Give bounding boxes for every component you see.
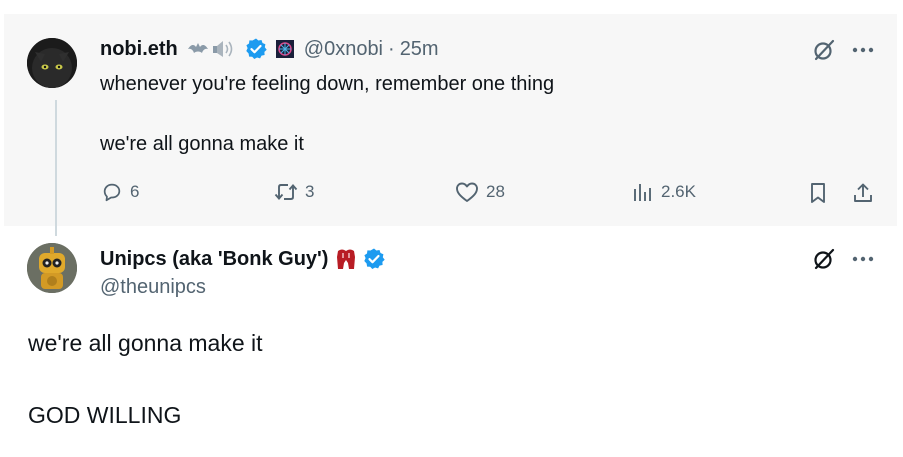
views-button[interactable]: 2.6K xyxy=(632,181,696,203)
repost-count: 3 xyxy=(305,182,315,201)
tweet-text-line: we're all gonna make it xyxy=(28,330,263,356)
repost-button[interactable]: 3 xyxy=(274,181,314,203)
like-button[interactable]: 28 xyxy=(455,181,505,203)
tweet-header: Unipcs (aka 'Bonk Guy') xyxy=(100,245,386,273)
robot-avatar-image xyxy=(27,243,77,293)
tweet-text-line: GOD WILLING xyxy=(28,402,182,428)
user-handle[interactable]: @theunipcs xyxy=(100,276,206,299)
black-cat-avatar-image xyxy=(27,38,77,88)
reply-icon xyxy=(103,183,121,202)
more-icon[interactable] xyxy=(849,37,877,63)
affiliate-badge-icon xyxy=(275,40,294,58)
bookmark-icon[interactable] xyxy=(806,180,830,206)
timestamp[interactable]: 25m xyxy=(400,38,439,61)
reply-button[interactable]: 6 xyxy=(101,181,139,203)
display-name[interactable]: nobi.eth xyxy=(100,38,178,61)
avatar[interactable] xyxy=(27,243,77,293)
like-icon xyxy=(456,182,478,202)
bat-emoji-icon xyxy=(186,38,240,60)
user-handle[interactable]: @0xnobi xyxy=(304,38,383,61)
grok-icon[interactable] xyxy=(811,246,837,272)
repost-icon xyxy=(274,184,298,200)
grok-icon[interactable] xyxy=(811,37,837,63)
verified-badge-icon xyxy=(362,247,386,271)
tweet-text-line: we're all gonna make it xyxy=(100,133,304,155)
red-gift-emoji-icon xyxy=(334,247,358,271)
share-icon[interactable] xyxy=(850,180,876,206)
avatar[interactable] xyxy=(27,38,77,88)
view-count: 2.6K xyxy=(661,182,696,201)
like-count: 28 xyxy=(486,182,505,201)
display-name[interactable]: Unipcs (aka 'Bonk Guy') xyxy=(100,248,328,271)
views-icon xyxy=(634,184,651,201)
tweet-text-line: whenever you're feeling down, remember o… xyxy=(100,73,555,95)
tweet-header: nobi.eth @0xnobi · 25m xyxy=(100,35,439,63)
more-icon[interactable] xyxy=(849,246,877,272)
verified-badge-icon xyxy=(244,37,268,61)
reply-count: 6 xyxy=(130,182,140,201)
thread-connector-line xyxy=(55,100,57,236)
separator-dot: · xyxy=(388,37,395,60)
